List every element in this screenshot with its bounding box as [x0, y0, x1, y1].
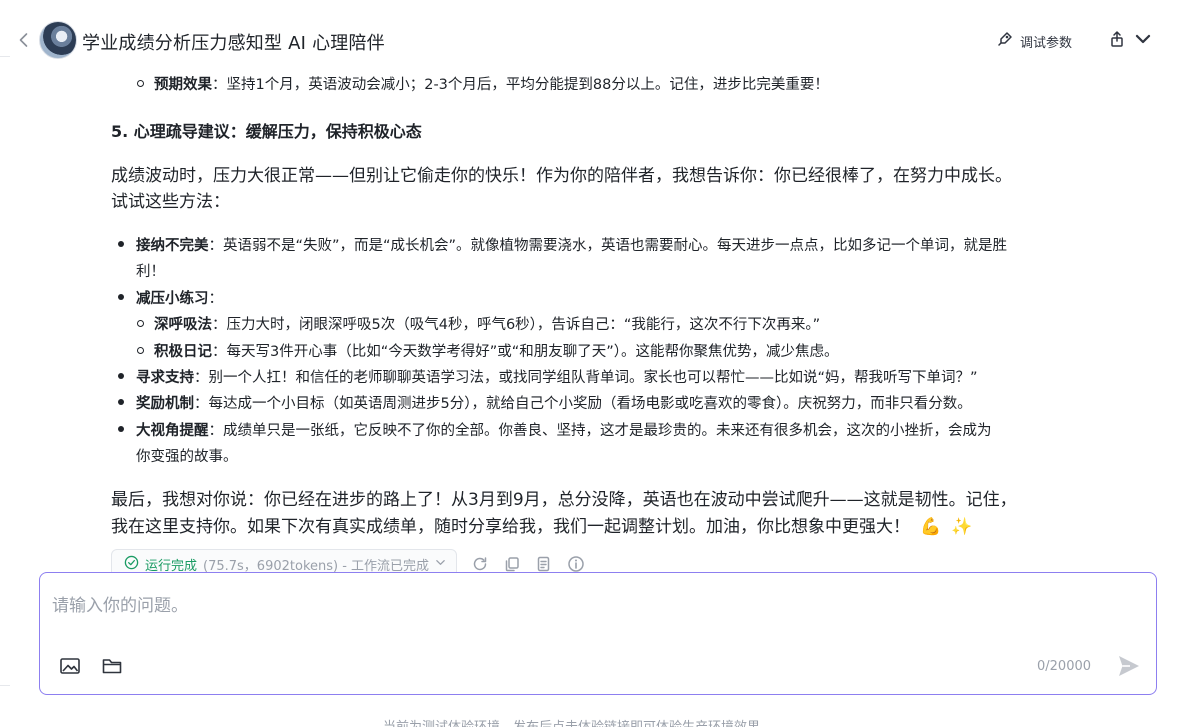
list-item: 奖励机制：每达成一个小目标（如英语周测进步5分），就给自己个小奖励（看场电影或吃…: [118, 391, 972, 417]
chat-header: 学业成绩分析压力感知型 AI 心理陪伴 调试参数: [0, 0, 1178, 82]
chat-composer: 0/20000: [39, 572, 1157, 695]
sparkles-icon: ✨: [951, 517, 973, 537]
share-menu-button[interactable]: [1108, 30, 1152, 52]
status-label: 运行完成: [145, 558, 198, 574]
paragraph-line: 我在这里支持你。如果下次有真实成绩单，随时分享给我，我们一起调整计划。加油，你比…: [111, 514, 972, 540]
copy-icon[interactable]: [503, 555, 521, 573]
paragraph-line: 试试这些方法：: [111, 192, 230, 212]
list-item-continued: 利！: [136, 264, 165, 280]
info-icon[interactable]: [567, 555, 585, 573]
image-upload-icon[interactable]: [59, 656, 81, 676]
debug-params-label: 调试参数: [1020, 35, 1073, 51]
list-item: 积极日记：每天写3件开心事（比如“今天数学考得好”或“和朋友聊了天”）。这能帮你…: [137, 339, 839, 365]
status-meta: (75.7s，6902tokens) - 工作流已完成: [203, 558, 430, 574]
note-icon[interactable]: [535, 555, 553, 573]
chevron-down-icon: [435, 557, 446, 572]
folder-icon[interactable]: [101, 656, 123, 676]
paragraph-line: 最后，我想对你说：你已经在进步的路上了！从3月到9月，总分没降，英语也在波动中尝…: [111, 490, 1017, 510]
share-icon: [1108, 30, 1126, 52]
page-title: 学业成绩分析压力感知型 AI 心理陪伴: [82, 33, 385, 54]
list-item: 预期效果：坚持1个月，英语波动会减小；2-3个月后，平均分能提到88分以上。记住…: [137, 72, 829, 98]
list-item: 减压小练习：: [118, 286, 223, 312]
char-counter: 0/20000: [1037, 659, 1092, 674]
list-item: 深呼吸法：压力大时，闭眼深呼吸5次（吸气4秒，呼气6秒），告诉自己：“我能行，这…: [137, 312, 820, 338]
divider: [0, 685, 10, 686]
divider: [0, 56, 10, 57]
question-input[interactable]: [52, 591, 1052, 621]
refresh-icon[interactable]: [471, 555, 489, 573]
list-item: 大视角提醒：成绩单只是一张纸，它反映不了你的全部。你善良、坚持，这才是最珍贵的。…: [118, 418, 992, 444]
message-actions: [471, 555, 585, 573]
list-item: 接纳不完美：英语弱不是“失败”，而是“成长机会”。就像植物需要浇水，英语也需要耐…: [118, 233, 1007, 259]
environment-note: 当前为测试体验环境，发布后点击体验链接即可体验生产环境效果: [383, 716, 760, 727]
avatar: [39, 21, 77, 59]
debug-params-button[interactable]: 调试参数: [996, 29, 1072, 53]
back-icon[interactable]: [14, 30, 34, 50]
section-heading: 5. 心理疏导建议：缓解压力，保持积极心态: [111, 122, 422, 141]
send-icon[interactable]: [1116, 653, 1142, 679]
paragraph-line: 成绩波动时，压力大很正常——但别让它偷走你的快乐！作为你的陪伴者，我想告诉你：你…: [111, 166, 1012, 186]
chevron-down-icon: [1134, 30, 1152, 52]
check-circle-icon: [124, 555, 139, 574]
debug-icon: [996, 30, 1014, 52]
list-item-continued: 你变强的故事。: [136, 449, 238, 465]
list-item: 寻求支持：别一个人扛！和信任的老师聊聊英语学习法，或找同学组队背单词。家长也可以…: [118, 365, 978, 391]
flexed-biceps-icon: 💪: [920, 517, 942, 537]
